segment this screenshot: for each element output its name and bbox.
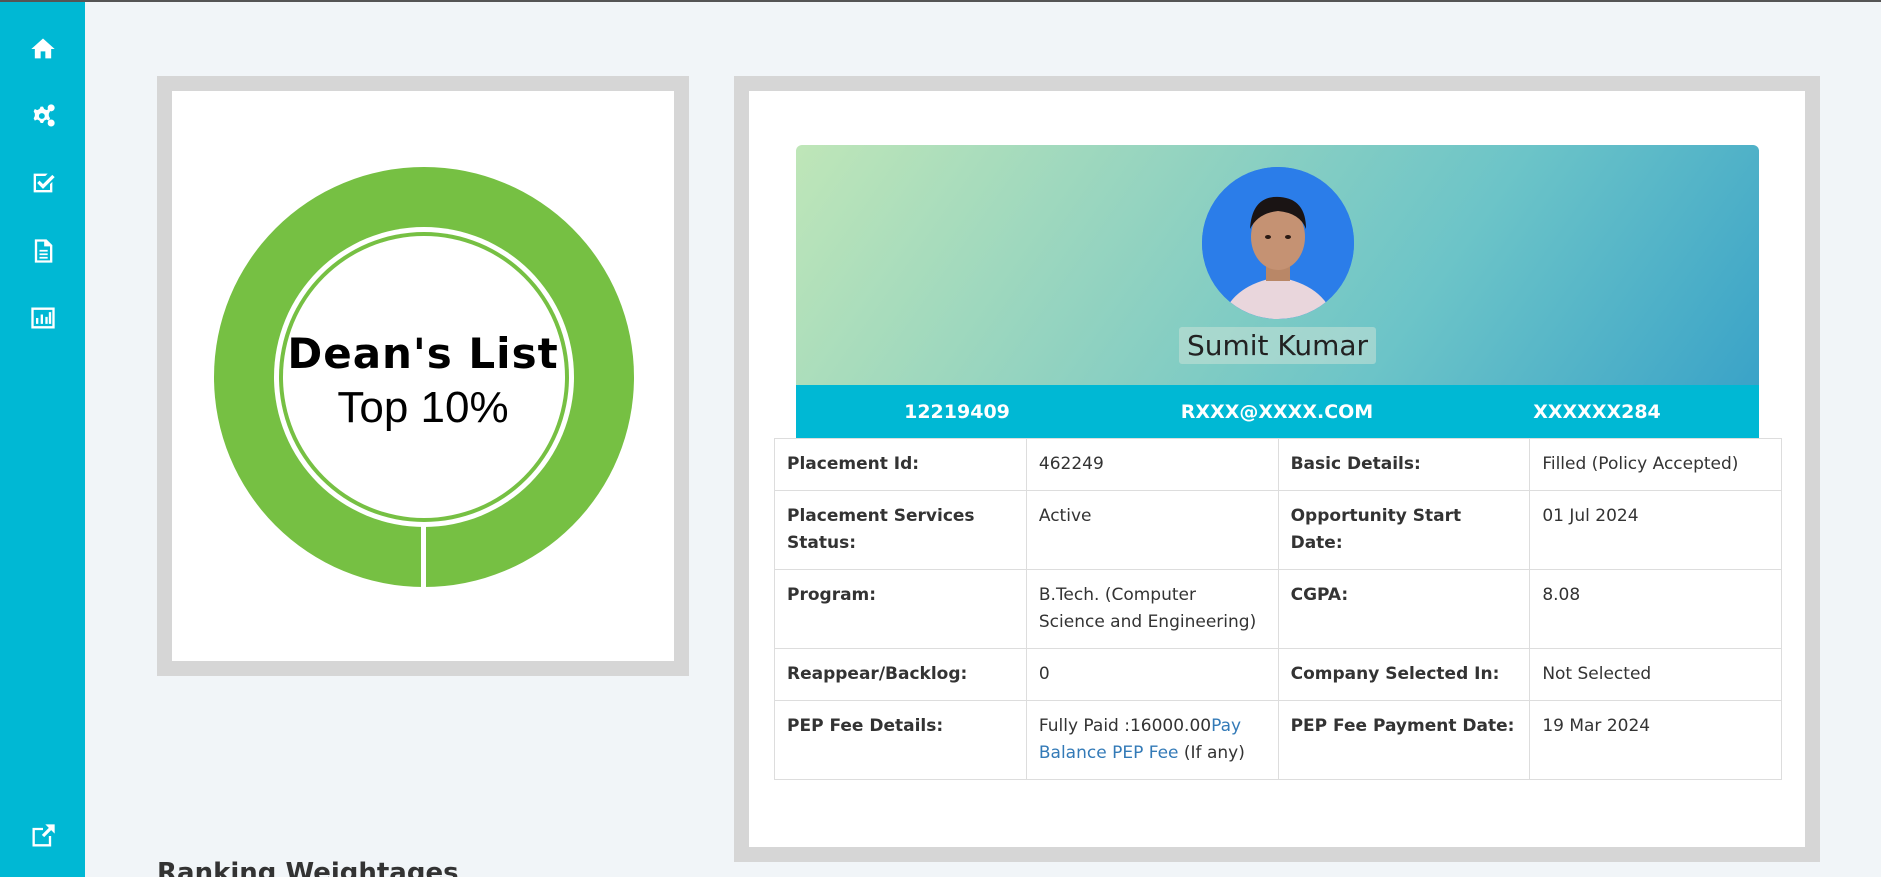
cogs-icon[interactable] [0, 96, 85, 136]
phone: XXXXXX284 [1533, 400, 1661, 423]
bar-chart-icon[interactable] [0, 298, 85, 338]
placement-id-label: Placement Id: [774, 438, 1027, 491]
ranking-weightages-heading: Ranking Weightages [157, 858, 459, 877]
placement-details-table: Placement Id: 462249 Basic Details: Fill… [774, 438, 1782, 780]
pep-fee-label: PEP Fee Details: [774, 700, 1027, 780]
opportunity-start-label: Opportunity Start Date: [1277, 490, 1531, 570]
home-icon[interactable] [0, 29, 85, 69]
placement-id-value: 462249 [1025, 438, 1279, 491]
pep-fee-cell: Fully Paid :16000.00Pay Balance PEP Fee … [1025, 700, 1279, 780]
pep-fee-value: Fully Paid :16000.00 [1038, 716, 1212, 736]
student-name-wrapper: Sumit Kumar [796, 327, 1759, 364]
deans-list-panel: Dean's List Top 10% [172, 91, 674, 661]
registration-number: 12219409 [904, 400, 1010, 423]
basic-details-value: Filled (Policy Accepted) [1529, 438, 1782, 491]
profile-banner: Sumit Kumar [796, 145, 1759, 385]
program-label: Program: [774, 569, 1027, 649]
contact-info-bar: 12219409 RXXX@XXXX.COM XXXXXX284 [796, 385, 1759, 438]
table-row: Program: B.Tech. (Computer Science and E… [774, 569, 1782, 649]
backlog-value: 0 [1025, 648, 1279, 701]
pep-fee-suffix: (If any) [1178, 743, 1245, 763]
check-square-icon[interactable] [0, 163, 85, 203]
pep-payment-date-value: 19 Mar 2024 [1529, 700, 1782, 780]
cgpa-value: 8.08 [1529, 569, 1782, 649]
profile-card: Sumit Kumar 12219409 RXXX@XXXX.COM XXXXX… [734, 76, 1820, 862]
donut-divider [421, 524, 426, 587]
pep-payment-date-label: PEP Fee Payment Date: [1277, 700, 1531, 780]
sidebar [0, 2, 85, 877]
table-row: Placement Services Status: Active Opport… [774, 490, 1782, 570]
avatar [1202, 167, 1354, 319]
services-status-value: Active [1025, 490, 1279, 570]
deans-list-title: Dean's List [287, 329, 559, 378]
backlog-label: Reappear/Backlog: [774, 648, 1027, 701]
table-row: Placement Id: 462249 Basic Details: Fill… [774, 438, 1782, 491]
opportunity-start-value: 01 Jul 2024 [1529, 490, 1782, 570]
deans-list-card: Dean's List Top 10% [157, 76, 689, 676]
email: RXXX@XXXX.COM [1180, 400, 1374, 423]
external-link-icon[interactable] [0, 816, 85, 856]
cgpa-label: CGPA: [1277, 569, 1531, 649]
table-row: PEP Fee Details: Fully Paid :16000.00Pay… [774, 700, 1782, 780]
deans-list-rank: Top 10% [337, 383, 509, 432]
basic-details-label: Basic Details: [1277, 438, 1531, 491]
table-row: Reappear/Backlog: 0 Company Selected In:… [774, 648, 1782, 701]
program-value: B.Tech. (Computer Science and Engineerin… [1025, 569, 1279, 649]
document-icon[interactable] [0, 231, 85, 271]
services-status-label: Placement Services Status: [774, 490, 1027, 570]
company-selected-value: Not Selected [1529, 648, 1782, 701]
company-selected-label: Company Selected In: [1277, 648, 1531, 701]
profile-panel: Sumit Kumar 12219409 RXXX@XXXX.COM XXXXX… [749, 91, 1805, 847]
student-name: Sumit Kumar [1178, 327, 1377, 364]
